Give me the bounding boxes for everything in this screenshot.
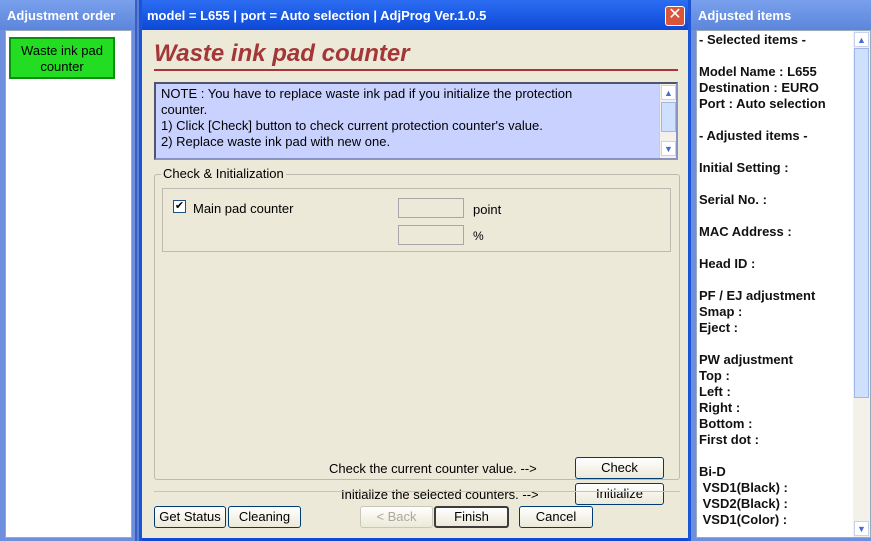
initialize-prompt: Initialize the selected counters. --> [341, 487, 539, 502]
adjusted-item-line: Model Name : L655 [699, 64, 817, 79]
adjusted-item-line: VSD2(Black) : [699, 496, 788, 511]
adjusted-item-line: Right : [699, 400, 741, 415]
group-title: Check & Initialization [161, 166, 286, 181]
initialize-button[interactable]: Initialize [575, 483, 664, 505]
adjusted-item-line: Eject : [699, 320, 739, 335]
adjustment-order-list: Waste ink pad counter [5, 30, 132, 538]
adjusted-item-line: - Selected items - [699, 32, 806, 47]
note-line: NOTE : You have to replace waste ink pad… [161, 86, 573, 101]
counter-box: ✔ Main pad counter point % [162, 188, 671, 252]
scroll-up-icon[interactable]: ▲ [661, 85, 676, 100]
adjusted-item-line: First dot : [699, 432, 759, 447]
scroll-down-icon[interactable]: ▼ [854, 521, 869, 536]
adjusted-item-line: Top : [699, 368, 730, 383]
window-client: Waste ink pad counter NOTE : You have to… [142, 30, 688, 538]
back-button: < Back [360, 506, 433, 528]
check-prompt: Check the current counter value. --> [329, 461, 537, 476]
adjusted-item-line: Left : [699, 384, 731, 399]
title-underline [154, 69, 678, 71]
adjusted-items-scrollbar[interactable]: ▲ ▼ [853, 31, 870, 537]
adjusted-item-line: Bottom : [699, 416, 753, 431]
adjusted-items-pane: Adjusted items - Selected items - Model N… [691, 0, 871, 541]
note-line: counter. [161, 102, 208, 117]
adjusted-item-line: PW adjustment [699, 352, 793, 367]
check-initialization-group: Check & Initialization ✔ Main pad counte… [154, 166, 680, 505]
scroll-thumb[interactable] [661, 102, 676, 132]
adjustment-order-pane: Adjustment order Waste ink pad counter [0, 0, 137, 541]
scroll-down-icon[interactable]: ▼ [661, 141, 676, 156]
main-pad-counter-checkbox[interactable]: ✔ [173, 200, 186, 213]
point-value-field [398, 198, 464, 218]
note-line: 2) Replace waste ink pad with new one. [161, 134, 391, 149]
percent-value-field [398, 225, 464, 245]
adjusted-item-line: - Adjusted items - [699, 128, 808, 143]
window-titlebar: model = L655 | port = Auto selection | A… [142, 0, 688, 30]
adjprog-window: model = L655 | port = Auto selection | A… [139, 0, 691, 541]
adjusted-item-line: Serial No. : [699, 192, 767, 207]
percent-unit-label: % [473, 229, 484, 243]
adjusted-item-line: Bi-D [699, 464, 726, 479]
footer-divider [154, 491, 680, 492]
scroll-thumb[interactable] [854, 48, 869, 398]
get-status-button[interactable]: Get Status [154, 506, 226, 528]
adjusted-items-title: Adjusted items [691, 0, 871, 30]
order-item-waste-ink-pad-counter[interactable]: Waste ink pad counter [9, 37, 115, 79]
cleaning-button[interactable]: Cleaning [228, 506, 301, 528]
finish-button[interactable]: Finish [434, 506, 509, 528]
main-pad-counter-label: Main pad counter [193, 201, 294, 216]
adjusted-item-line: VSD1(Color) : [699, 512, 788, 527]
close-icon[interactable]: ✕ [665, 6, 685, 26]
adjusted-item-line: Head ID : [699, 256, 756, 271]
scroll-up-icon[interactable]: ▲ [854, 32, 869, 47]
window-title: model = L655 | port = Auto selection | A… [147, 8, 487, 23]
adjusted-items-list: - Selected items - Model Name : L655 Desti… [696, 30, 871, 538]
note-line: 1) Click [Check] button to check current… [161, 118, 543, 133]
check-button[interactable]: Check [575, 457, 664, 479]
note-box: NOTE : You have to replace waste ink pad… [154, 82, 678, 160]
page-title: Waste ink pad counter [154, 40, 410, 67]
adjusted-item-line: Destination : EURO [699, 80, 819, 95]
adjustment-order-title: Adjustment order [0, 0, 135, 30]
adjusted-item-line: Port : Auto selection [699, 96, 826, 111]
adjusted-item-line: PF / EJ adjustment [699, 288, 816, 303]
point-unit-label: point [473, 202, 502, 217]
adjusted-item-line: Smap : [699, 304, 743, 319]
adjusted-item-line: MAC Address : [699, 224, 792, 239]
adjusted-item-line: VSD1(Black) : [699, 480, 788, 495]
cancel-button[interactable]: Cancel [519, 506, 593, 528]
note-scrollbar[interactable]: ▲ ▼ [659, 84, 676, 158]
adjusted-item-line: Initial Setting : [699, 160, 789, 175]
